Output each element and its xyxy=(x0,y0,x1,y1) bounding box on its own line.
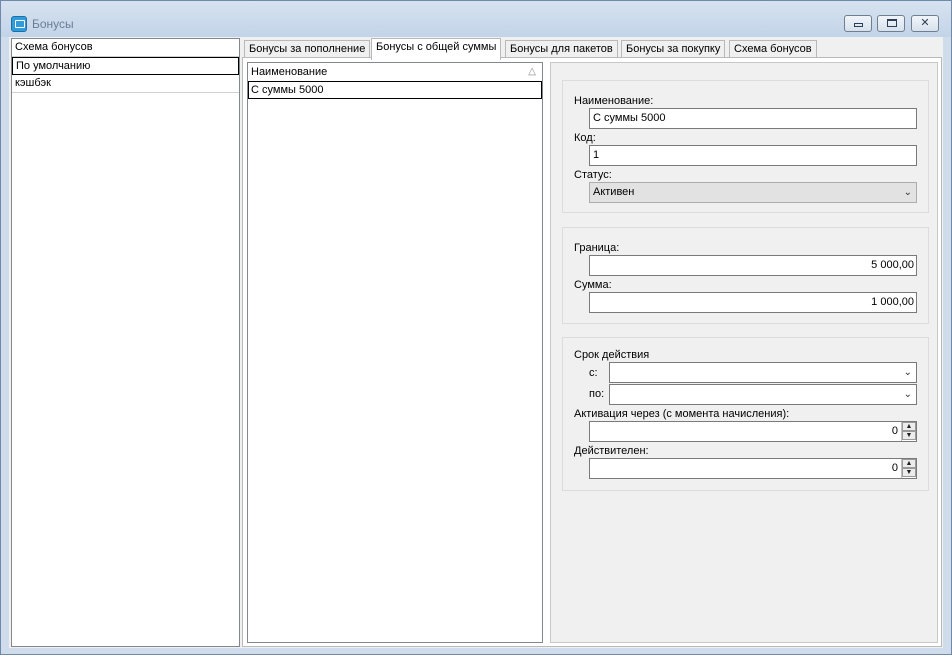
status-label: Статус: xyxy=(574,169,612,181)
to-label: по: xyxy=(589,388,605,400)
window-title: Бонусы xyxy=(32,17,74,31)
limit-label: Граница: xyxy=(574,242,620,254)
minimize-icon xyxy=(854,23,863,27)
activation-label: Активация через (с момента начисления): xyxy=(574,408,790,420)
status-select[interactable]: Активен ⌄ xyxy=(589,182,917,203)
chevron-down-icon: ⌄ xyxy=(903,389,912,400)
tab-panel: Наименование △ С суммы 5000 Наименование… xyxy=(242,57,942,647)
name-label: Наименование: xyxy=(574,95,654,107)
general-group: Наименование: С суммы 5000 Код: 1 Статус… xyxy=(562,80,929,213)
date-from-select[interactable]: ⌄ xyxy=(609,362,917,383)
chevron-down-icon: ⌄ xyxy=(903,367,912,378)
code-field[interactable]: 1 xyxy=(589,145,917,166)
sort-ascending-icon: △ xyxy=(528,66,536,77)
name-field[interactable]: С суммы 5000 xyxy=(589,108,917,129)
tab-total-sum-bonuses[interactable]: Бонусы с общей суммы xyxy=(371,38,502,60)
list-item[interactable]: кэшбэк xyxy=(12,75,239,93)
amount-group: Граница: 5 000,00 Сумма: 1 000,00 xyxy=(562,227,929,324)
bonuses-window: Бонусы ✕ Схема бонусов По умолчанию кэшб… xyxy=(0,0,952,655)
date-to-select[interactable]: ⌄ xyxy=(609,384,917,405)
bonus-scheme-list[interactable]: Схема бонусов По умолчанию кэшбэк xyxy=(11,38,240,647)
column-header-label: Наименование xyxy=(251,66,328,78)
spin-down-icon[interactable]: ▼ xyxy=(902,431,916,440)
app-icon xyxy=(11,16,27,32)
spin-up-icon[interactable]: ▲ xyxy=(902,459,916,468)
sum-label: Сумма: xyxy=(574,279,612,291)
minimize-button[interactable] xyxy=(844,15,872,32)
title-bar: Бонусы ✕ xyxy=(1,1,951,37)
restore-icon xyxy=(887,19,897,27)
tab-strip: Бонусы за пополнение Бонусы с общей сумм… xyxy=(242,38,942,60)
status-value: Активен xyxy=(593,186,635,198)
activation-stepper[interactable]: 0 ▲ ▼ xyxy=(589,421,917,442)
spin-buttons[interactable]: ▲ ▼ xyxy=(901,422,916,441)
close-icon: ✕ xyxy=(920,17,930,29)
maximize-button[interactable] xyxy=(877,15,905,32)
from-label: с: xyxy=(589,367,598,379)
bonus-grid[interactable]: Наименование △ С суммы 5000 xyxy=(247,62,543,643)
valid-value: 0 xyxy=(891,462,898,474)
list-item[interactable]: Схема бонусов xyxy=(12,39,239,57)
spin-down-icon[interactable]: ▼ xyxy=(902,468,916,477)
sum-field[interactable]: 1 000,00 xyxy=(589,292,917,313)
table-row[interactable]: С суммы 5000 xyxy=(248,81,542,99)
list-item[interactable]: По умолчанию xyxy=(12,57,239,75)
bonus-details-form: Наименование: С суммы 5000 Код: 1 Статус… xyxy=(550,62,938,643)
column-header-name[interactable]: Наименование △ xyxy=(248,63,542,81)
valid-label: Действителен: xyxy=(574,445,649,457)
chevron-down-icon: ⌄ xyxy=(903,187,912,198)
client-area: Схема бонусов По умолчанию кэшбэк Бонусы… xyxy=(9,37,943,648)
spin-buttons[interactable]: ▲ ▼ xyxy=(901,459,916,478)
validity-label: Срок действия xyxy=(574,349,650,361)
valid-stepper[interactable]: 0 ▲ ▼ xyxy=(589,458,917,479)
validity-group: Срок действия с: ⌄ по: ⌄ Активация через… xyxy=(562,337,929,491)
spin-up-icon[interactable]: ▲ xyxy=(902,422,916,431)
close-button[interactable]: ✕ xyxy=(911,15,939,32)
activation-value: 0 xyxy=(891,425,898,437)
code-label: Код: xyxy=(574,132,596,144)
limit-field[interactable]: 5 000,00 xyxy=(589,255,917,276)
